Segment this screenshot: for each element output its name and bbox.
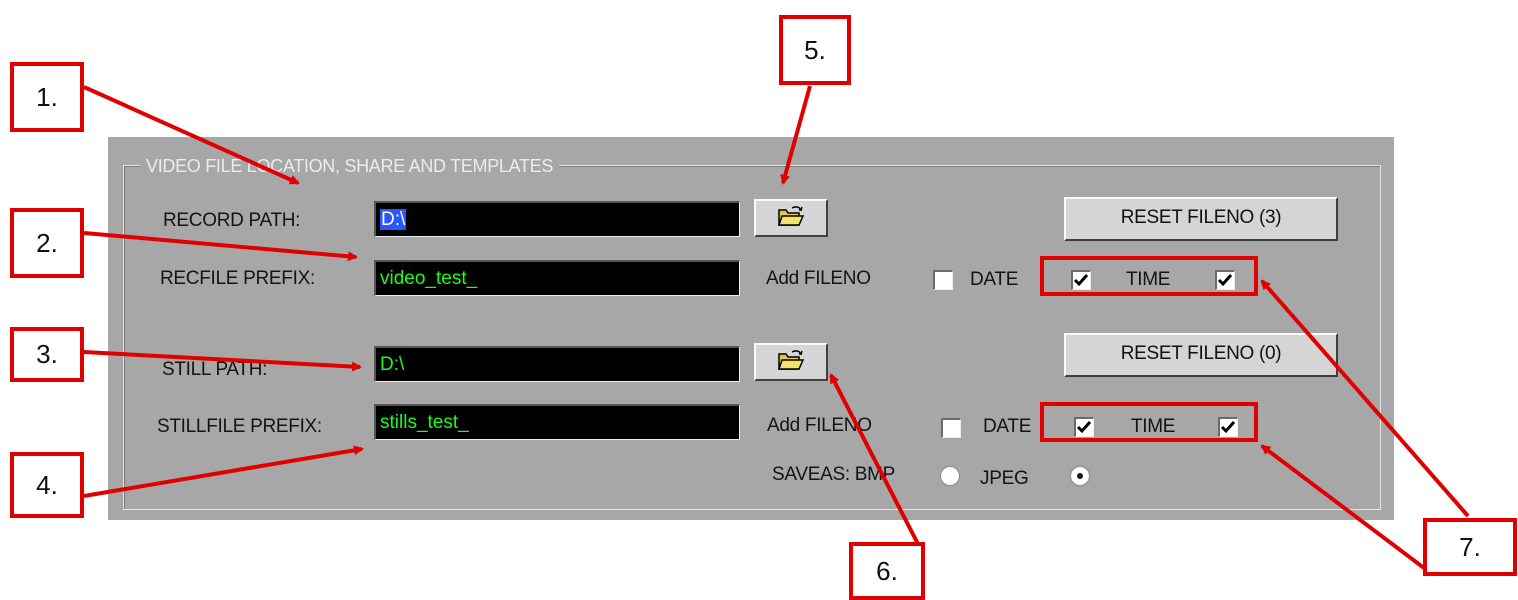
still-path-browse-button[interactable] bbox=[754, 343, 828, 381]
still-add-fileno-checkbox[interactable] bbox=[941, 418, 961, 438]
record-date-label: DATE bbox=[970, 269, 1019, 290]
folder-open-icon bbox=[777, 349, 805, 376]
recfile-prefix-input[interactable]: video_test_ bbox=[374, 260, 740, 296]
record-path-input[interactable]: D:\ bbox=[374, 201, 740, 237]
saveas-bmp-radio[interactable] bbox=[940, 466, 960, 486]
still-add-fileno-label: Add FILENO bbox=[767, 415, 872, 436]
still-date-label: DATE bbox=[983, 416, 1032, 437]
callout-6: 6. bbox=[849, 542, 925, 600]
record-add-fileno-checkbox[interactable] bbox=[933, 270, 953, 290]
stillfile-prefix-input[interactable]: stills_test_ bbox=[374, 404, 740, 440]
callout-5: 5. bbox=[779, 15, 851, 85]
callout-1: 1. bbox=[10, 62, 84, 132]
callout-3: 3. bbox=[10, 327, 84, 382]
date-time-highlight-box bbox=[1040, 402, 1258, 442]
stillfile-prefix-label: STILLFILE PREFIX: bbox=[157, 416, 322, 437]
record-path-label: RECORD PATH: bbox=[163, 210, 301, 231]
saveas-jpeg-radio[interactable] bbox=[1070, 466, 1090, 486]
group-title: VIDEO FILE LOCATION, SHARE AND TEMPLATES bbox=[140, 155, 560, 177]
date-time-highlight-box bbox=[1040, 256, 1258, 296]
saveas-bmp-label: SAVEAS: BMP bbox=[772, 464, 896, 485]
record-reset-fileno-button[interactable]: RESET FILENO (3) bbox=[1064, 197, 1338, 241]
still-path-label: STILL PATH: bbox=[162, 359, 268, 380]
callout-2: 2. bbox=[10, 208, 84, 278]
callout-7: 7. bbox=[1423, 518, 1517, 576]
record-add-fileno-label: Add FILENO bbox=[766, 268, 871, 289]
saveas-jpeg-label: JPEG bbox=[980, 468, 1029, 489]
recfile-prefix-label: RECFILE PREFIX: bbox=[160, 268, 315, 289]
folder-open-icon bbox=[777, 205, 805, 232]
record-path-value: D:\ bbox=[380, 209, 407, 230]
radio-selected-dot bbox=[1077, 473, 1083, 479]
still-path-input[interactable]: D:\ bbox=[374, 346, 740, 382]
still-reset-fileno-button[interactable]: RESET FILENO (0) bbox=[1064, 333, 1338, 377]
callout-4: 4. bbox=[10, 452, 84, 518]
record-path-browse-button[interactable] bbox=[754, 199, 828, 237]
